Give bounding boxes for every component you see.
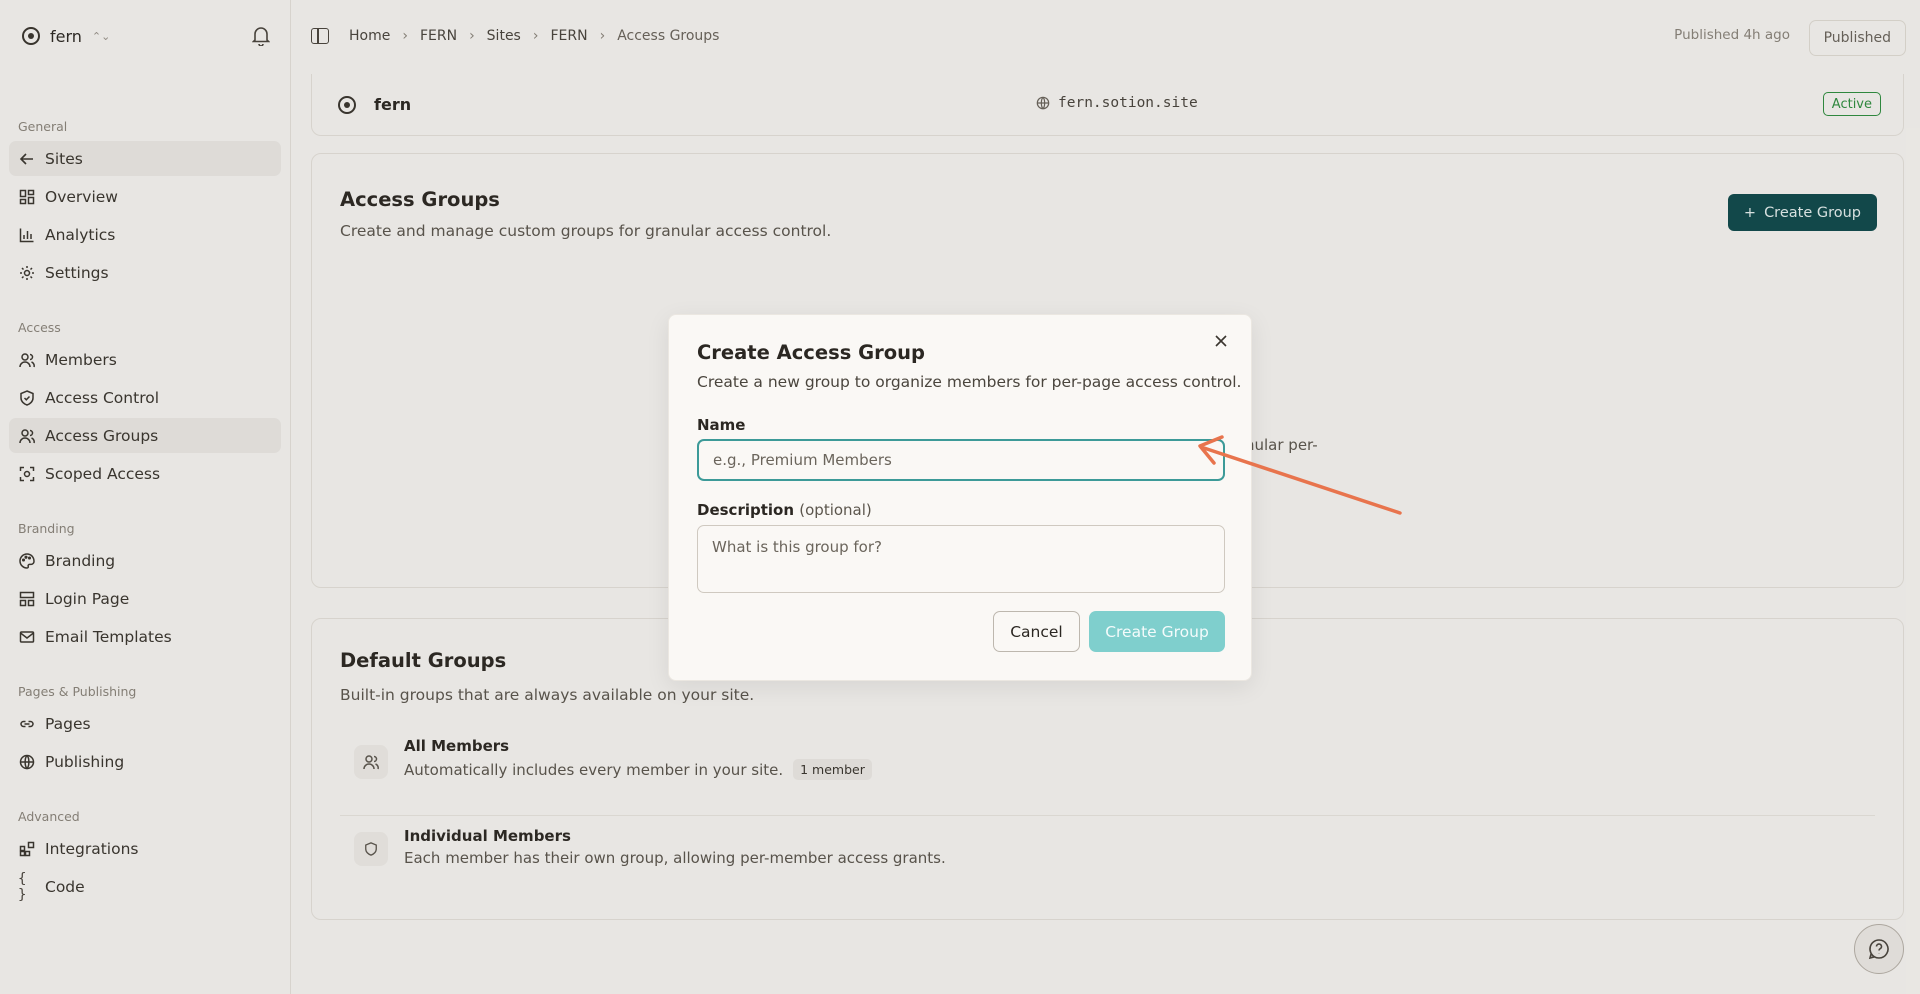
description-label: Description (optional): [697, 501, 872, 519]
optional-hint: (optional): [799, 501, 872, 519]
name-label: Name: [697, 416, 746, 434]
group-name-input[interactable]: [697, 439, 1225, 481]
close-icon[interactable]: [1211, 331, 1231, 351]
dialog-title: Create Access Group: [697, 341, 925, 364]
dialog-description: Create a new group to organize members f…: [697, 373, 1242, 391]
create-group-submit-button[interactable]: Create Group: [1089, 611, 1225, 652]
create-access-group-dialog: Create Access Group Create a new group t…: [668, 314, 1252, 681]
description-label-text: Description: [697, 501, 795, 519]
group-description-input[interactable]: [697, 525, 1225, 593]
cancel-button[interactable]: Cancel: [993, 611, 1080, 652]
